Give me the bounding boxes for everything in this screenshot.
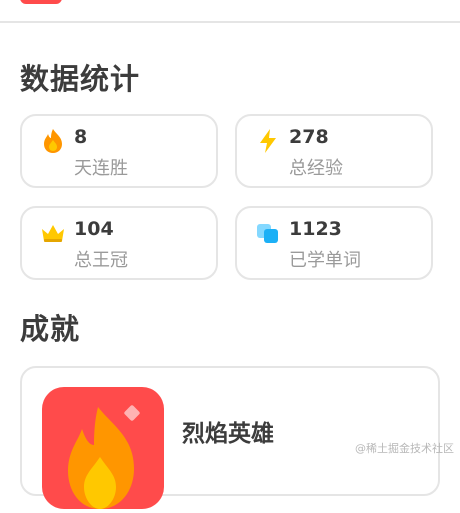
stat-card-crowns[interactable]: 104 总王冠 xyxy=(20,206,218,280)
stat-card-xp[interactable]: 278 总经验 xyxy=(235,114,433,188)
flame-badge-icon xyxy=(42,387,164,509)
top-partial-button[interactable] xyxy=(20,0,62,4)
achievement-card[interactable]: 烈焰英雄 xyxy=(20,366,440,509)
stat-label: 已学单词 xyxy=(289,250,361,271)
lightning-icon xyxy=(255,128,281,154)
flame-icon xyxy=(40,128,66,154)
stat-label: 天连胜 xyxy=(74,158,128,179)
watermark: @稀土掘金技术社区 xyxy=(355,442,454,455)
section-divider xyxy=(0,21,460,23)
stat-label: 总经验 xyxy=(289,158,343,179)
stat-value: 1123 xyxy=(289,218,342,240)
achievements-section-title: 成就 xyxy=(20,312,81,346)
crown-icon xyxy=(40,220,66,246)
stat-value: 104 xyxy=(74,218,114,240)
stats-section-title: 数据统计 xyxy=(20,62,141,96)
stat-value: 278 xyxy=(289,126,329,148)
stat-label: 总王冠 xyxy=(74,250,128,271)
stat-card-words[interactable]: 1123 已学单词 xyxy=(235,206,433,280)
stat-card-streak[interactable]: 8 天连胜 xyxy=(20,114,218,188)
achievement-title: 烈焰英雄 xyxy=(182,421,274,447)
stat-value: 8 xyxy=(74,126,88,148)
cards-icon xyxy=(255,220,281,246)
